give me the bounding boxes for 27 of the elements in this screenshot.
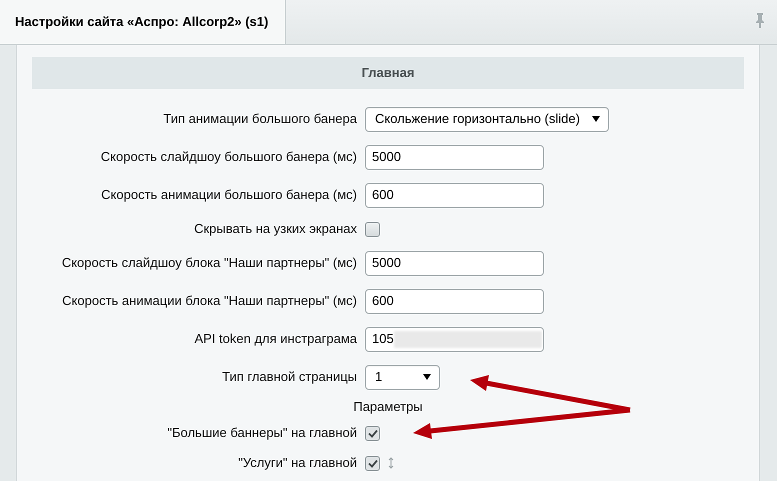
drag-handle-icon[interactable]: [388, 457, 394, 469]
pin-icon[interactable]: [755, 13, 765, 28]
group-heading: Параметры: [353, 398, 423, 416]
field-label: Скорость слайдшоу блока "Наши партнеры" (мс): [62, 254, 357, 272]
field-label: "Услуги" на главной: [238, 454, 357, 472]
input-field[interactable]: 5000: [365, 144, 544, 170]
input-field[interactable]: 600: [365, 288, 544, 314]
dropdown-caret-icon: [592, 116, 600, 122]
tab[interactable]: Настройки сайта «Аспро: Allcorp2» (s1): [0, 0, 286, 44]
checkbox[interactable]: [365, 222, 380, 236]
field-label: Тип главной страницы: [222, 368, 357, 386]
field-label: Скрывать на узких экранах: [194, 220, 357, 238]
select-field[interactable]: 1: [365, 364, 440, 390]
select-field[interactable]: Скольжение горизонтально (slide): [365, 106, 609, 132]
input-field[interactable]: 5000: [365, 250, 544, 276]
dropdown-caret-icon: [423, 374, 431, 380]
field-label: Скорость анимации большого банера (мс): [101, 186, 357, 204]
field-label: API token для инстраграма: [194, 330, 357, 348]
input-field[interactable]: 600: [365, 182, 544, 208]
checkbox[interactable]: [365, 426, 380, 440]
field-label: Скорость анимации блока "Наши партнеры" (мс): [62, 292, 357, 310]
checkbox[interactable]: [365, 456, 380, 470]
field-label: Скорость слайдшоу большого банера (мс): [100, 148, 357, 166]
field-label: Тип анимации большого банера: [163, 110, 357, 128]
section-header: Главная: [32, 57, 744, 89]
field-label: "Большие баннеры" на главной: [167, 424, 357, 442]
input-field[interactable]: 105: [365, 326, 544, 352]
